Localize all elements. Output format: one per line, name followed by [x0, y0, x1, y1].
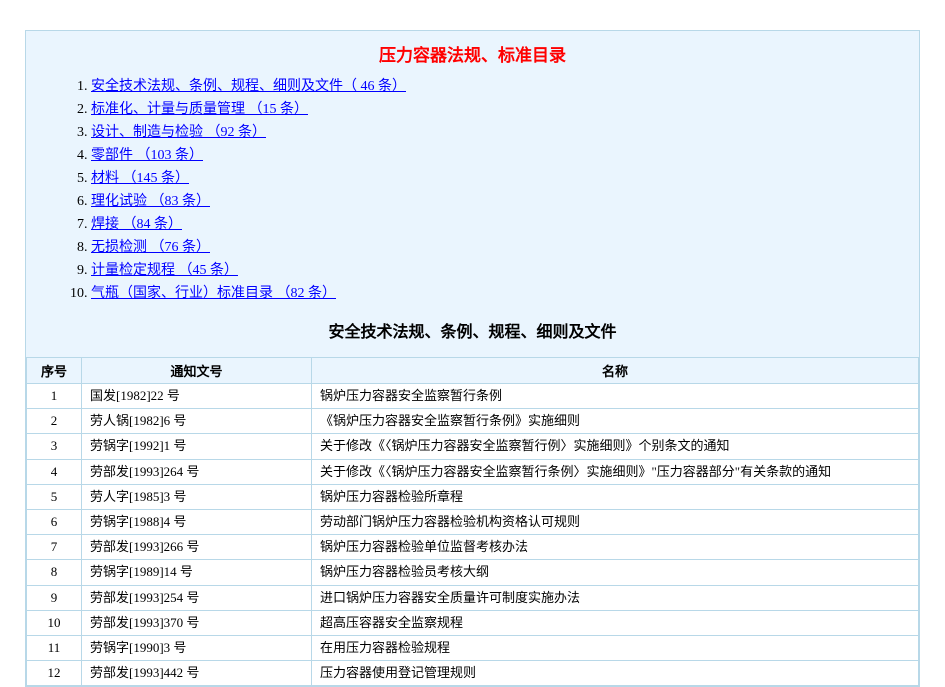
regulations-table: 序号 通知文号 名称 1 国发[1982]22 号 锅炉压力容器安全监察暂行条例…	[26, 357, 919, 686]
toc-item: 设计、制造与检验 （92 条）	[91, 122, 899, 143]
toc-item: 理化试验 （83 条）	[91, 191, 899, 212]
header-name: 名称	[312, 358, 919, 384]
cell-doc: 劳锅字[1989]14 号	[82, 560, 312, 585]
toc-link[interactable]: 设计、制造与检验 （92 条）	[91, 125, 266, 140]
cell-seq: 3	[27, 434, 82, 459]
table-row: 3 劳锅字[1992]1 号 关于修改《〈锅炉压力容器安全监察暂行例〉实施细则》…	[27, 434, 919, 459]
toc-link[interactable]: 气瓶（国家、行业）标准目录 （82 条）	[91, 286, 336, 301]
table-row: 11 劳锅字[1990]3 号 在用压力容器检验规程	[27, 635, 919, 660]
toc-item: 材料 （145 条）	[91, 168, 899, 189]
cell-name: 进口锅炉压力容器安全质量许可制度实施办法	[312, 585, 919, 610]
toc-item: 安全技术法规、条例、规程、细则及文件（ 46 条）	[91, 76, 899, 97]
cell-seq: 7	[27, 535, 82, 560]
toc-link[interactable]: 材料 （145 条）	[91, 171, 189, 186]
document-container: 压力容器法规、标准目录 安全技术法规、条例、规程、细则及文件（ 46 条） 标准…	[25, 30, 920, 687]
toc-item: 标准化、计量与质量管理 （15 条）	[91, 99, 899, 120]
table-row: 5 劳人字[1985]3 号 锅炉压力容器检验所章程	[27, 484, 919, 509]
cell-name: 锅炉压力容器检验单位监督考核办法	[312, 535, 919, 560]
document-title: 压力容器法规、标准目录	[46, 41, 899, 66]
cell-name: 超高压容器安全监察规程	[312, 610, 919, 635]
cell-doc: 劳人锅[1982]6 号	[82, 409, 312, 434]
cell-seq: 8	[27, 560, 82, 585]
toc-item: 气瓶（国家、行业）标准目录 （82 条）	[91, 283, 899, 304]
table-row: 7 劳部发[1993]266 号 锅炉压力容器检验单位监督考核办法	[27, 535, 919, 560]
cell-name: 压力容器使用登记管理规则	[312, 661, 919, 686]
top-section: 压力容器法规、标准目录 安全技术法规、条例、规程、细则及文件（ 46 条） 标准…	[26, 31, 919, 357]
table-header-row: 序号 通知文号 名称	[27, 358, 919, 384]
cell-seq: 11	[27, 635, 82, 660]
table-row: 9 劳部发[1993]254 号 进口锅炉压力容器安全质量许可制度实施办法	[27, 585, 919, 610]
table-row: 6 劳锅字[1988]4 号 劳动部门锅炉压力容器检验机构资格认可规则	[27, 509, 919, 534]
cell-seq: 4	[27, 459, 82, 484]
toc-link[interactable]: 零部件 （103 条）	[91, 148, 203, 163]
cell-doc: 劳部发[1993]370 号	[82, 610, 312, 635]
section-subtitle: 安全技术法规、条例、规程、细则及文件	[46, 318, 899, 342]
cell-name: 锅炉压力容器检验员考核大纲	[312, 560, 919, 585]
cell-doc: 劳部发[1993]264 号	[82, 459, 312, 484]
cell-seq: 2	[27, 409, 82, 434]
cell-name: 劳动部门锅炉压力容器检验机构资格认可规则	[312, 509, 919, 534]
toc-item: 零部件 （103 条）	[91, 145, 899, 166]
table-row: 4 劳部发[1993]264 号 关于修改《〈锅炉压力容器安全监察暂行条例〉实施…	[27, 459, 919, 484]
cell-doc: 劳部发[1993]266 号	[82, 535, 312, 560]
table-row: 1 国发[1982]22 号 锅炉压力容器安全监察暂行条例	[27, 384, 919, 409]
table-row: 8 劳锅字[1989]14 号 锅炉压力容器检验员考核大纲	[27, 560, 919, 585]
toc-link[interactable]: 计量检定规程 （45 条）	[91, 263, 238, 278]
table-row: 2 劳人锅[1982]6 号 《锅炉压力容器安全监察暂行条例》实施细则	[27, 409, 919, 434]
header-seq: 序号	[27, 358, 82, 384]
toc-item: 焊接 （84 条）	[91, 214, 899, 235]
cell-doc: 劳锅字[1988]4 号	[82, 509, 312, 534]
cell-name: 锅炉压力容器检验所章程	[312, 484, 919, 509]
cell-seq: 12	[27, 661, 82, 686]
cell-name: 关于修改《〈锅炉压力容器安全监察暂行例〉实施细则》个别条文的通知	[312, 434, 919, 459]
cell-doc: 劳人字[1985]3 号	[82, 484, 312, 509]
cell-name: 关于修改《〈锅炉压力容器安全监察暂行条例〉实施细则》"压力容器部分"有关条款的通…	[312, 459, 919, 484]
header-doc: 通知文号	[82, 358, 312, 384]
table-row: 10 劳部发[1993]370 号 超高压容器安全监察规程	[27, 610, 919, 635]
cell-seq: 6	[27, 509, 82, 534]
toc-link[interactable]: 无损检测 （76 条）	[91, 240, 210, 255]
cell-doc: 劳部发[1993]442 号	[82, 661, 312, 686]
cell-seq: 9	[27, 585, 82, 610]
table-row: 12 劳部发[1993]442 号 压力容器使用登记管理规则	[27, 661, 919, 686]
cell-doc: 劳锅字[1990]3 号	[82, 635, 312, 660]
cell-seq: 10	[27, 610, 82, 635]
toc-link[interactable]: 理化试验 （83 条）	[91, 194, 210, 209]
cell-name: 锅炉压力容器安全监察暂行条例	[312, 384, 919, 409]
cell-seq: 1	[27, 384, 82, 409]
toc-link[interactable]: 标准化、计量与质量管理 （15 条）	[91, 102, 308, 117]
cell-seq: 5	[27, 484, 82, 509]
toc-link[interactable]: 焊接 （84 条）	[91, 217, 182, 232]
cell-doc: 劳锅字[1992]1 号	[82, 434, 312, 459]
toc-link[interactable]: 安全技术法规、条例、规程、细则及文件（ 46 条）	[91, 79, 406, 94]
cell-doc: 国发[1982]22 号	[82, 384, 312, 409]
toc-item: 无损检测 （76 条）	[91, 237, 899, 258]
cell-name: 在用压力容器检验规程	[312, 635, 919, 660]
cell-name: 《锅炉压力容器安全监察暂行条例》实施细则	[312, 409, 919, 434]
toc-item: 计量检定规程 （45 条）	[91, 260, 899, 281]
cell-doc: 劳部发[1993]254 号	[82, 585, 312, 610]
table-of-contents: 安全技术法规、条例、规程、细则及文件（ 46 条） 标准化、计量与质量管理 （1…	[46, 76, 899, 304]
